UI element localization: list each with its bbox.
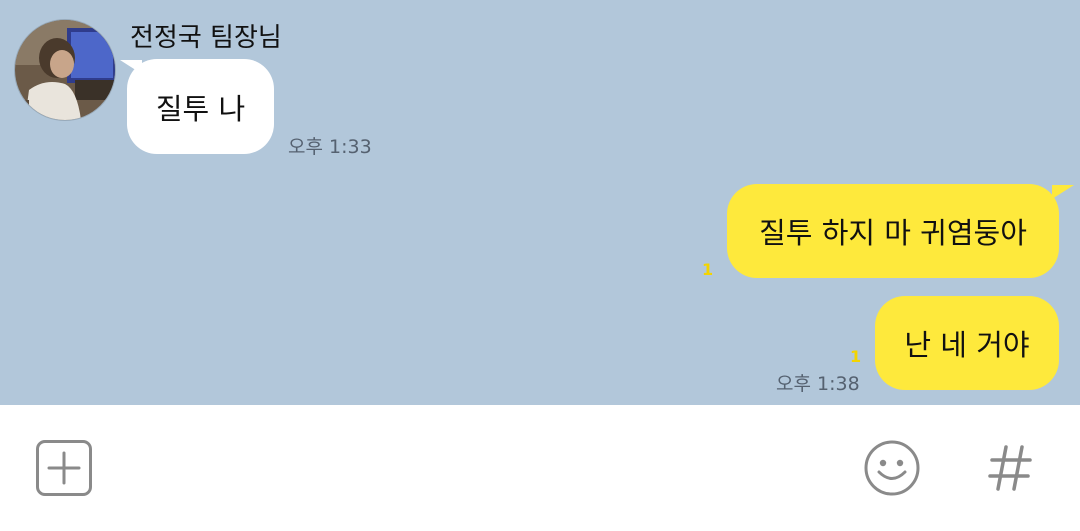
hashtag-button[interactable] xyxy=(984,441,1036,495)
outgoing-bubble-tail xyxy=(1052,185,1074,199)
message-timestamp: 오후 1:33 xyxy=(288,136,372,158)
plus-icon xyxy=(47,451,81,485)
message-text: 질투 하지 마 귀염둥아 xyxy=(759,216,1027,250)
message-text: 질투 나 xyxy=(155,91,246,126)
message-text: 난 네 거야 xyxy=(904,328,1030,362)
input-bar xyxy=(0,405,1080,531)
emoji-button[interactable] xyxy=(863,439,921,497)
avatar[interactable] xyxy=(15,20,115,120)
message-timestamp: 오후 1:38 xyxy=(776,373,860,395)
sender-name: 전정국 팀장님 xyxy=(130,23,282,53)
hashtag-icon xyxy=(988,445,1032,491)
outgoing-message-bubble[interactable]: 난 네 거야 xyxy=(875,296,1059,390)
unread-count: 1 xyxy=(702,260,714,279)
chat-area[interactable]: 전정국 팀장님 질투 나 오후 1:33 질투 하지 마 귀염둥아 1 난 네 … xyxy=(0,0,1080,405)
incoming-message-bubble[interactable]: 질투 나 xyxy=(127,59,274,154)
emoji-icon xyxy=(864,440,920,496)
unread-count: 1 xyxy=(850,347,862,366)
outgoing-message-bubble[interactable]: 질투 하지 마 귀염둥아 xyxy=(727,184,1059,278)
attach-button[interactable] xyxy=(36,440,92,496)
profile-photo xyxy=(15,20,115,120)
